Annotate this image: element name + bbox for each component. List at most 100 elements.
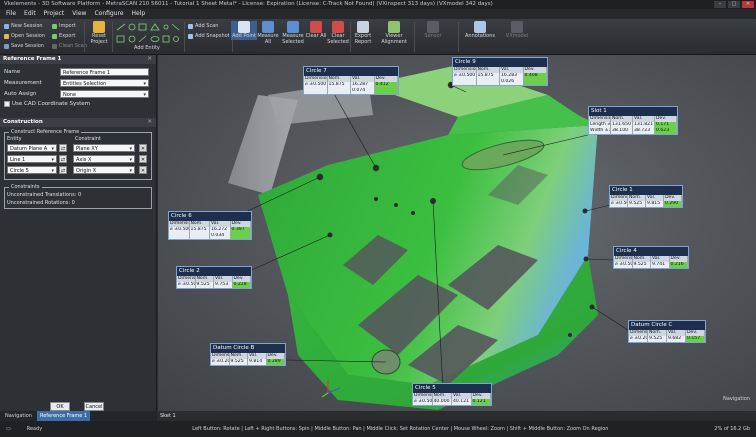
clear-selected-button[interactable]: Clear Selected [325, 21, 351, 45]
import-button[interactable]: Import [52, 23, 76, 29]
ok-button[interactable]: OK [50, 402, 70, 411]
use-cad-label: Use CAD Coordinate System [12, 101, 91, 107]
ribbon-separator [414, 22, 415, 52]
entity-tool-grid [115, 22, 181, 46]
value-cell: ⌀ ±0.200 [211, 359, 230, 365]
annotation-circle1[interactable]: Circle 1 DimensionNom.Val.Dev. ⌀ ±0.5009… [609, 185, 683, 208]
menu-file[interactable]: File [6, 9, 16, 19]
menu-help[interactable]: Help [132, 9, 146, 19]
entity-select-2[interactable]: Line 1 [7, 155, 57, 164]
tab-reference-frame[interactable]: Reference Frame 1 [36, 411, 91, 421]
remove-row-button[interactable]: ✕ [139, 155, 147, 163]
construct-reference-frame-group: Construct Reference Frame Entity Constra… [4, 129, 152, 180]
save-icon [4, 43, 9, 49]
status-hints: Left Button: Rotate | Left + Right Butto… [192, 426, 609, 432]
swap-button[interactable]: ⇄ [59, 155, 67, 163]
annotation-title: Circle 2 [179, 268, 200, 274]
menu-edit[interactable]: Edit [24, 9, 36, 19]
tab-navigation[interactable]: Navigation [2, 411, 35, 421]
use-cad-checkbox[interactable] [4, 101, 10, 107]
entity-select-1[interactable]: Datum Plane A [7, 144, 57, 153]
clean-scan-button[interactable]: Clean Scan [52, 43, 87, 49]
maximize-button[interactable]: □ [728, 1, 740, 8]
entity-icons[interactable] [115, 22, 181, 46]
add-point-button[interactable]: Add Point [231, 21, 257, 40]
3d-viewport[interactable]: Circle 7 Dimension Nom. Val. Dev. ⌀ ±0.500 1… [158, 55, 756, 411]
value-cell: 38.723 [633, 128, 655, 134]
import-icon [52, 23, 57, 29]
viewer-alignment-button[interactable]: Viewer Alignment [378, 21, 410, 45]
annotation-slot1[interactable]: Slot 1 DimensionNom.Val.Dev. Length ±1.0… [588, 106, 678, 135]
value-cell: Width ±1.000 [589, 128, 611, 134]
annotation-circle7[interactable]: Circle 7 Dimension Nom. Val. Dev. ⌀ ±0.500 1… [303, 66, 399, 95]
status-bar: ▭ Ready Left Button: Rotate | Left + Rig… [0, 421, 756, 437]
construction-header: Construction ✕ [0, 118, 156, 127]
pin-icon[interactable]: ✕ [147, 118, 152, 127]
deviation-cell: 0.216 [669, 262, 688, 268]
annotation-circle4[interactable]: Circle 4 DimensionNom.Val.Dev. ⌀ ±0.5009… [613, 246, 689, 269]
name-field[interactable]: Reference Frame 1 [60, 68, 149, 76]
swap-button[interactable]: ⇄ [59, 166, 67, 174]
close-button[interactable]: ✕ [742, 1, 754, 8]
deviation-cell: 0.157 [686, 336, 705, 342]
vxmodel-button[interactable]: VXmodel [502, 21, 532, 40]
entity-select-3[interactable]: Circle 5 [7, 166, 57, 175]
remove-row-button[interactable]: ✕ [139, 166, 147, 174]
camera-icon [188, 33, 193, 39]
menu-configure[interactable]: Configure [94, 9, 123, 19]
folder-icon [4, 33, 9, 39]
annotation-datum-circle-c[interactable]: Datum Circle C DimensionNom.Val.Dev. ⌀ ±… [628, 320, 706, 343]
cancel-button[interactable]: Cancel [84, 402, 104, 411]
reset-project-icon [93, 21, 105, 33]
new-session-button[interactable]: New Session [4, 23, 43, 29]
auto-assign-select[interactable]: None [60, 90, 149, 99]
minimize-button[interactable]: – [714, 1, 726, 8]
report-icon [357, 21, 369, 33]
annotations-button[interactable]: Annotations [462, 21, 498, 40]
navigation-label[interactable]: Navigation [723, 396, 750, 402]
remove-row-button[interactable]: ✕ [139, 144, 147, 152]
value-cell: 9.682 [667, 336, 686, 342]
value-cell: 9.525 [633, 262, 651, 268]
measure-all-button[interactable]: Measure All [255, 21, 281, 45]
menu-view[interactable]: View [72, 9, 86, 19]
pin-icon[interactable]: ✕ [147, 55, 152, 64]
deviation-cell: 0.228 [232, 282, 251, 288]
sensor-button[interactable]: Sensor [420, 21, 446, 40]
add-entity-label[interactable]: Add Entity [134, 45, 160, 51]
value-cell: 9.815 [646, 201, 664, 207]
scan-icon [188, 23, 193, 29]
value-cell: 0.034 [210, 233, 231, 239]
value-cell: 9.814 [248, 359, 267, 365]
annotation-circle2[interactable]: Circle 2 DimensionNom.Val.Dev. ⌀ ±0.5009… [176, 266, 252, 289]
alignment-icon [388, 21, 400, 33]
deviation-cell: 0.121 [471, 399, 491, 405]
measurement-select[interactable]: Entities Selection [60, 79, 149, 88]
annotation-circle5[interactable]: Circle 5 DimensionNom.Val.Dev. ⌀ ±0.5004… [412, 383, 492, 406]
value-cell: 9.525 [196, 282, 214, 288]
constraint-select-1[interactable]: Plane XY [73, 144, 135, 153]
menu-project[interactable]: Project [44, 9, 65, 19]
value-cell: ⌀ ±0.200 [629, 336, 648, 342]
window-title-bar: Vkelements - 3D Software Platform - Metr… [0, 0, 756, 9]
reset-project-button[interactable]: Reset Project [86, 21, 112, 45]
open-session-button[interactable]: Open Session [4, 33, 45, 39]
annotation-title: Circle 1 [612, 187, 633, 193]
swap-button[interactable]: ⇄ [59, 144, 67, 152]
value-cell: 0.026 [500, 79, 524, 85]
export-report-button[interactable]: Export Report [350, 21, 376, 45]
save-session-button[interactable]: Save Session [4, 43, 44, 49]
add-snapshot-button[interactable]: Add Snapshot [188, 33, 230, 39]
constraint-select-2[interactable]: Axis X [73, 155, 135, 164]
value-cell: 9.753 [214, 282, 233, 288]
constraint-select-3[interactable]: Origin X [73, 166, 135, 175]
status-ready: Ready [26, 426, 43, 432]
export-button[interactable]: Export [52, 33, 75, 39]
annotation-circle6[interactable]: Circle 6 DimensionNom.Val.Dev. ⌀ ±0.5001… [168, 211, 252, 240]
viewport-tab[interactable]: Sket 1 [158, 411, 756, 421]
annotation-datum-circle-b[interactable]: Datum Circle B DimensionNom.Val.Dev. ⌀ ±… [210, 343, 286, 366]
annotation-title: Circle 6 [171, 213, 192, 219]
add-scan-button[interactable]: Add Scan [188, 23, 218, 29]
value-cell [190, 233, 210, 239]
annotation-circle9[interactable]: Circle 9 Dimension Nom. Val. Dev. ⌀ ±0.500 1… [452, 57, 548, 86]
